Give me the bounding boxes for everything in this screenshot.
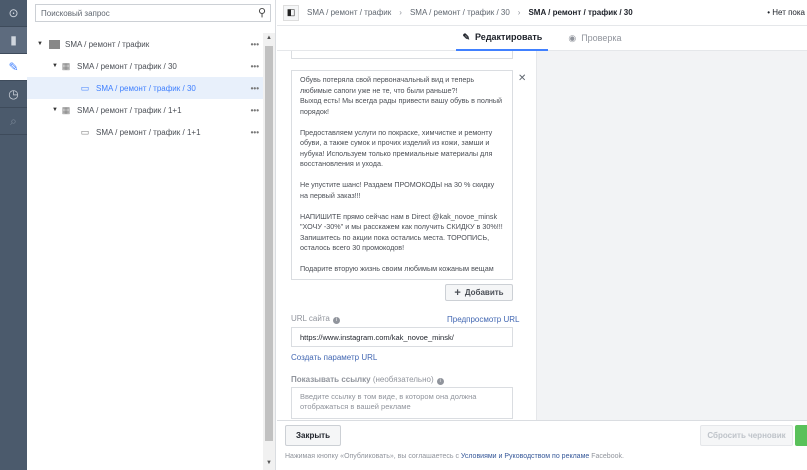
campaign-icon [49,39,60,49]
tree-item-label: SMA / ремонт / трафик / 1+1 [77,105,182,115]
previous-field[interactable] [291,51,513,59]
preview-url-link[interactable]: Предпросмотр URL [447,315,519,324]
add-button[interactable]: + Добавить [445,284,513,301]
ad-form: Обувь потеряла свой первоначальный вид и… [277,51,537,420]
more-icon[interactable]: ••• [251,62,259,71]
terms-link[interactable]: Условиями и Руководством по рекламе [461,453,589,460]
legal-text: Нажимая кнопку «Опубликовать», вы соглаш… [285,453,624,460]
left-nav-rail: ⊙ ▮ ✎ ◷ ⌕ [0,0,27,470]
scrollbar-thumb[interactable] [265,46,273,441]
primary-text-textarea[interactable]: Обувь потеряла свой первоначальный вид и… [291,70,513,280]
editor-panel: ◧ SMA / ремонт / трафик › SMA / ремонт / … [277,0,807,470]
legal-post: Facebook. [589,453,624,460]
info-icon[interactable]: i [332,317,340,324]
status-text: Нет пока [772,8,805,17]
tree-item[interactable]: ▼ ▦ SMA / ремонт / трафик / 30 ••• [27,55,263,77]
tree-item[interactable]: ▼ SMA / ремонт / трафик ••• [27,33,263,55]
breadcrumb-item[interactable]: SMA / ремонт / трафик [307,8,391,17]
info-icon[interactable]: i [436,378,444,385]
tree-item-label: SMA / ремонт / трафик / 1+1 [96,127,201,137]
campaign-tree-panel: Поисковый запрос ⚲ ▼ SMA / ремонт / трафик… [27,0,276,470]
legal-pre: Нажимая кнопку «Опубликовать», вы соглаш… [285,453,461,460]
collapse-icon[interactable]: ⊙ [0,0,27,27]
ad-icon: ▭ [80,126,90,137]
add-label: Добавить [464,288,504,297]
tree-item-label: SMA / ремонт / трафик / 30 [96,83,196,93]
display-link-input[interactable]: Введите ссылку в том виде, в котором она… [291,387,513,419]
optional-text: (необязательно) [372,375,434,384]
ad-icon: ▭ [80,82,90,93]
status-indicator: • Нет пока [767,8,805,17]
pencil-icon: ✎ [462,31,471,42]
more-icon[interactable]: ••• [251,40,259,49]
chart-icon[interactable]: ▮ [0,27,27,54]
tabs: ✎ Редактировать ◉ Проверка [277,26,807,51]
display-link-label: Показывать ссылку (необязательно) i [291,375,444,385]
adset-icon: ▦ [61,104,71,115]
search-icon[interactable]: ⚲ [258,6,266,19]
clock-icon[interactable]: ◷ [0,81,27,108]
tree-item[interactable]: ▼ ▦ SMA / ремонт / трафик / 1+1 ••• [27,99,263,121]
tab-review[interactable]: ◉ Проверка [562,26,627,51]
chevron-right-icon: › [517,8,521,17]
more-icon[interactable]: ••• [251,128,259,137]
plus-icon: + [454,286,461,299]
scroll-up-icon[interactable]: ▲ [263,35,275,41]
breadcrumb-item[interactable]: SMA / ремонт / трафик / 30 [410,8,510,17]
adset-icon: ▦ [61,60,71,71]
publish-button[interactable] [795,425,807,446]
pencil-icon[interactable]: ✎ [0,54,27,81]
panel-toggle-icon[interactable]: ◧ [283,4,299,21]
tree-item[interactable]: ▭ SMA / ремонт / трафик / 1+1 ••• [27,121,263,143]
eye-icon: ◉ [568,32,577,43]
url-label: URL сайта i [291,314,340,324]
tree-item-label: SMA / ремонт / трафик [65,39,150,49]
tree-item[interactable]: ▭ SMA / ремонт / трафик / 30 ••• [27,77,263,99]
footer: Закрыть Сбросить черновик Нажимая кнопку… [277,420,807,470]
breadcrumb: ◧ SMA / ремонт / трафик › SMA / ремонт / … [277,0,807,26]
caret-down-icon[interactable]: ▼ [37,41,45,47]
tab-label: Редактировать [475,32,543,42]
url-label-text: URL сайта [291,314,330,323]
display-link-label-text: Показывать ссылку [291,375,371,384]
more-icon[interactable]: ••• [251,106,259,115]
search-chart-icon[interactable]: ⌕ [0,108,27,135]
tab-edit[interactable]: ✎ Редактировать [456,26,549,51]
caret-down-icon[interactable]: ▼ [52,107,60,113]
chevron-right-icon: › [399,8,402,17]
breadcrumb-current: SMA / ремонт / трафик / 30 [528,8,633,17]
more-icon[interactable]: ••• [251,84,259,93]
tree-scrollbar[interactable]: ▲ ▼ [263,33,275,470]
close-button[interactable]: Закрыть [285,425,341,446]
close-icon[interactable]: ✕ [518,73,526,84]
create-url-param-link[interactable]: Создать параметр URL [291,353,377,362]
caret-down-icon[interactable]: ▼ [52,63,60,69]
search-input[interactable]: Поисковый запрос ⚲ [35,4,271,22]
scroll-down-icon[interactable]: ▼ [263,460,275,466]
tab-label: Проверка [581,33,622,43]
search-placeholder: Поисковый запрос [41,8,110,18]
tree-item-label: SMA / ремонт / трафик / 30 [77,61,177,71]
url-input[interactable]: https://www.instagram.com/kak_novoe_mins… [291,327,513,347]
reset-draft-button[interactable]: Сбросить черновик [700,425,793,446]
